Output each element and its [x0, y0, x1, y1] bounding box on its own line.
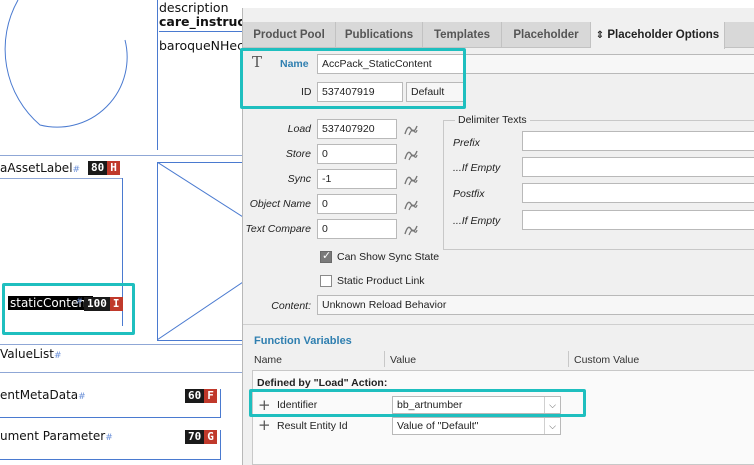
tab-placeholder[interactable]: Placeholder — [502, 22, 591, 48]
object-name-field[interactable]: 0 — [317, 194, 397, 214]
id-field[interactable]: 537407919 — [317, 82, 403, 102]
tab-placeholder-options-label: Placeholder Options — [607, 29, 720, 41]
load-field[interactable]: 537407920 — [317, 119, 397, 139]
asset-label-text: aAssetLabel — [0, 161, 73, 175]
parameter-text: ument Parameter — [0, 429, 106, 443]
section-divider — [243, 324, 754, 325]
can-show-sync-checkbox[interactable] — [320, 249, 332, 263]
store-label: Store — [285, 148, 311, 160]
delimiter-title: Delimiter Texts — [455, 114, 530, 126]
value-list-tag[interactable]: ValueList# — [0, 347, 61, 361]
tab-bar: Product Pool Publications Templates Plac… — [243, 22, 754, 49]
tab-publications[interactable]: Publications — [336, 22, 423, 48]
value-list-text: ValueList — [0, 347, 54, 361]
store-edit-icon[interactable] — [404, 147, 418, 161]
postfix-label: Postfix — [453, 188, 485, 200]
text-compare-label: Text Compare — [245, 223, 311, 235]
postfix-if-empty-field[interactable] — [522, 210, 754, 230]
identifier-name: Identifier — [277, 399, 318, 411]
content-field[interactable]: Unknown Reload Behavior — [317, 295, 754, 315]
object-name-label: Object Name — [249, 198, 311, 210]
sync-field[interactable]: -1 — [317, 169, 397, 189]
static-link-label: Static Product Link — [337, 275, 425, 287]
chevron-down-icon: ⌵ — [544, 397, 560, 413]
asset-label-badge: 80 H — [88, 161, 120, 175]
circle-frame — [4, 0, 128, 128]
id-label: ID — [301, 86, 312, 98]
identifier-value-dropdown[interactable]: bb_artnumber ⌵ — [392, 396, 561, 414]
parameter-tag[interactable]: ument Parameter# — [0, 429, 113, 443]
description-text: description — [159, 0, 229, 15]
tab-templates[interactable]: Templates — [423, 22, 502, 48]
expand-result-icon[interactable]: + — [258, 416, 271, 434]
function-variables-title: Function Variables — [254, 335, 352, 347]
static-link-checkbox[interactable] — [320, 275, 332, 287]
name-extra-field[interactable] — [465, 54, 754, 74]
object-name-edit-icon[interactable] — [404, 197, 418, 211]
image-frame — [157, 162, 243, 341]
identifier-value: bb_artnumber — [397, 399, 463, 411]
expand-identifier-icon[interactable]: + — [258, 396, 271, 414]
can-show-sync-label: Can Show Sync State — [337, 251, 440, 263]
sync-label: Sync — [287, 173, 311, 185]
load-label: Load — [287, 123, 311, 135]
meta-data-tag[interactable]: entMetaData# — [0, 388, 86, 402]
result-entity-name: Result Entity Id — [277, 420, 348, 432]
tab-product-pool[interactable]: Product Pool — [243, 22, 336, 48]
sync-edit-icon[interactable] — [404, 172, 418, 186]
result-entity-value-dropdown[interactable]: Value of "Default" ⌵ — [392, 417, 561, 435]
postfix-if-empty-label: ...If Empty — [453, 215, 501, 227]
column-custom-value[interactable]: Custom Value — [574, 354, 639, 366]
name-label: Name — [280, 58, 309, 70]
static-content-badge: 100 I — [84, 297, 123, 311]
content-label: Content: — [271, 300, 311, 312]
prefix-if-empty-field[interactable] — [522, 157, 754, 177]
text-type-icon: T — [252, 53, 263, 71]
meta-data-text: entMetaData — [0, 388, 79, 402]
column-value[interactable]: Value — [390, 354, 416, 366]
chevron-down-icon: ⌵ — [544, 418, 560, 434]
text-compare-edit-icon[interactable] — [404, 222, 418, 236]
column-name[interactable]: Name — [254, 354, 282, 366]
text-compare-field[interactable]: 0 — [317, 219, 397, 239]
prefix-field[interactable] — [522, 131, 754, 151]
parameter-badge: 70 G — [185, 430, 217, 444]
store-field[interactable]: 0 — [317, 144, 397, 164]
tab-placeholder-options[interactable]: ⇕ Placeholder Options — [591, 22, 725, 49]
meta-data-badge: 60 F — [185, 389, 217, 403]
prefix-if-empty-label: ...If Empty — [453, 162, 501, 174]
sort-arrows-icon: ⇕ — [595, 30, 605, 41]
id-default-field[interactable]: Default — [406, 82, 466, 102]
prefix-label: Prefix — [453, 137, 480, 149]
load-edit-icon[interactable] — [404, 122, 418, 136]
result-entity-value: Value of "Default" — [397, 420, 479, 432]
placeholder-options-panel: Product Pool Publications Templates Plac… — [240, 8, 754, 465]
baroque-text: baroqueNHec — [159, 38, 244, 53]
postfix-field[interactable] — [522, 183, 754, 203]
name-field[interactable]: AccPack_StaticContent — [317, 54, 465, 74]
asset-label-tag[interactable]: aAssetLabel# — [0, 161, 80, 175]
group-header: Defined by "Load" Action: — [257, 377, 388, 389]
